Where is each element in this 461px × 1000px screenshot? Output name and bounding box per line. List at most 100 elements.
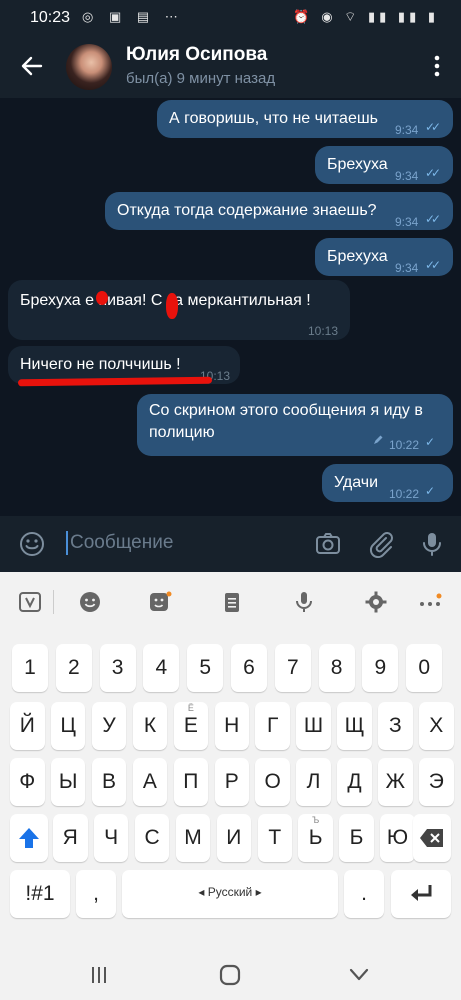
more-menu-icon[interactable] — [433, 54, 441, 78]
key-6[interactable]: 6 — [231, 644, 267, 692]
key-Ч[interactable]: Ч — [93, 814, 129, 862]
more-options-icon[interactable] — [418, 590, 442, 614]
key-Г[interactable]: Г — [255, 702, 290, 750]
key-Т[interactable]: Т — [257, 814, 292, 862]
key-label: 8 — [330, 656, 343, 679]
key-Р[interactable]: Р — [214, 758, 249, 806]
key-2[interactable]: 2 — [55, 644, 92, 692]
key-В[interactable]: В — [91, 758, 127, 806]
home-icon[interactable] — [218, 963, 242, 987]
emoji-icon[interactable] — [18, 530, 46, 558]
key-Н[interactable]: Н — [214, 702, 249, 750]
voice-input-icon[interactable] — [292, 590, 316, 614]
message-bubble-outgoing[interactable]: Брехуха 9:34 ✓✓ — [315, 238, 453, 276]
read-checks-icon: ✓✓ — [425, 120, 441, 134]
settings-gear-icon[interactable] — [364, 590, 388, 614]
back-chevron-icon[interactable] — [348, 966, 370, 984]
key-Ь[interactable]: ЪЬ — [298, 814, 333, 862]
key-Ф[interactable]: Ф — [10, 758, 45, 806]
microphone-icon[interactable] — [418, 530, 446, 558]
key-label: 1 — [24, 656, 36, 679]
space-key[interactable]: ◂ Русский ▸ — [122, 870, 338, 918]
key-Х[interactable]: Х — [419, 702, 454, 750]
recent-apps-icon[interactable] — [88, 964, 110, 986]
key-Ю[interactable]: Ю — [380, 814, 415, 862]
key-5[interactable]: 5 — [187, 644, 224, 692]
key-0[interactable]: 0 — [406, 644, 443, 692]
key-З[interactable]: З — [378, 702, 413, 750]
key-9[interactable]: 9 — [362, 644, 399, 692]
key-Ц[interactable]: Ц — [50, 702, 86, 750]
enter-key[interactable] — [391, 870, 451, 918]
message-bubble-outgoing[interactable]: А говоришь, что не читаешь 9:34 ✓✓ — [157, 100, 453, 138]
message-input[interactable]: Сообщение — [66, 531, 173, 555]
key-label: Д — [347, 770, 362, 793]
avatar[interactable] — [66, 44, 112, 90]
key-Ы[interactable]: Ы — [50, 758, 86, 806]
key-Щ[interactable]: Щ — [337, 702, 372, 750]
key-К[interactable]: К — [132, 702, 168, 750]
on-screen-keyboard: 1234567890ЙЦУКЁЕНГШЩЗХФЫВАПРОЛДЖЭЯЧСМИТЪ… — [0, 572, 461, 1000]
key-label: !#1 — [25, 882, 55, 905]
sent-check-icon: ✓ — [425, 484, 435, 498]
key-7[interactable]: 7 — [274, 644, 311, 692]
key-Ш[interactable]: Ш — [296, 702, 331, 750]
translate-icon[interactable] — [18, 590, 42, 614]
sticker-icon[interactable] — [148, 590, 172, 614]
camera-icon[interactable] — [314, 530, 342, 558]
message-bubble-outgoing[interactable]: Удачи 10:22 ✓ — [322, 464, 453, 502]
key-label: Э — [428, 770, 444, 793]
censor-mark — [166, 293, 178, 319]
key-label: Х — [429, 714, 444, 737]
key-М[interactable]: М — [175, 814, 211, 862]
key-label: Ю — [386, 826, 409, 849]
key-label: 7 — [286, 656, 299, 679]
comma-key[interactable]: , — [76, 870, 116, 918]
key-label: 0 — [418, 656, 431, 679]
back-arrow-icon[interactable] — [18, 52, 46, 80]
key-alt-label: Ъ — [312, 815, 320, 825]
key-Л[interactable]: Л — [296, 758, 331, 806]
key-label: Н — [224, 714, 240, 737]
key-П[interactable]: П — [173, 758, 209, 806]
key-У[interactable]: У — [91, 702, 127, 750]
key-Й[interactable]: Й — [10, 702, 45, 750]
key-Б[interactable]: Б — [339, 814, 374, 862]
emoji-icon[interactable] — [78, 590, 102, 614]
key-Д[interactable]: Д — [337, 758, 372, 806]
key-label: Ы — [58, 770, 78, 793]
attach-paperclip-icon[interactable] — [367, 530, 395, 558]
key-1[interactable]: 1 — [12, 644, 48, 692]
key-А[interactable]: А — [132, 758, 168, 806]
shift-key[interactable] — [10, 814, 48, 862]
key-Э[interactable]: Э — [419, 758, 454, 806]
message-list[interactable]: А говоришь, что не читаешь 9:34 ✓✓ Бреху… — [0, 98, 461, 516]
keyboard-toolbar — [0, 572, 461, 632]
message-bubble-outgoing[interactable]: Со скрином этого сообщения я иду в полиц… — [137, 394, 453, 456]
message-bubble-incoming[interactable]: Брехуха е пивая! С ка меркантильная ! 10… — [8, 280, 350, 340]
key-Ж[interactable]: Ж — [378, 758, 413, 806]
backspace-key[interactable] — [413, 814, 451, 862]
key-label: Ч — [104, 826, 119, 849]
message-bubble-outgoing[interactable]: Откуда тогда содержание знаешь? 9:34 ✓✓ — [105, 192, 453, 230]
status-time: 10:23 — [30, 9, 71, 26]
key-Е[interactable]: ЁЕ — [173, 702, 209, 750]
clipboard-icon[interactable] — [220, 590, 244, 614]
space-language-label: ◂ Русский ▸ — [198, 885, 262, 899]
message-bubble-outgoing[interactable]: Брехуха 9:34 ✓✓ — [315, 146, 453, 184]
key-label: Р — [224, 770, 239, 793]
key-3[interactable]: 3 — [99, 644, 136, 692]
period-key[interactable]: . — [344, 870, 384, 918]
symbols-key[interactable]: !#1 — [10, 870, 70, 918]
message-text-line-2: полицию — [149, 424, 215, 441]
key-О[interactable]: О — [255, 758, 290, 806]
key-8[interactable]: 8 — [318, 644, 355, 692]
contact-name[interactable]: Юлия Осипова — [126, 44, 267, 66]
key-Я[interactable]: Я — [53, 814, 88, 862]
key-4[interactable]: 4 — [143, 644, 180, 692]
key-И[interactable]: И — [216, 814, 252, 862]
read-checks-icon: ✓✓ — [425, 166, 441, 180]
key-label: Ь — [308, 826, 323, 849]
key-label: Ш — [303, 714, 324, 737]
key-С[interactable]: С — [134, 814, 170, 862]
